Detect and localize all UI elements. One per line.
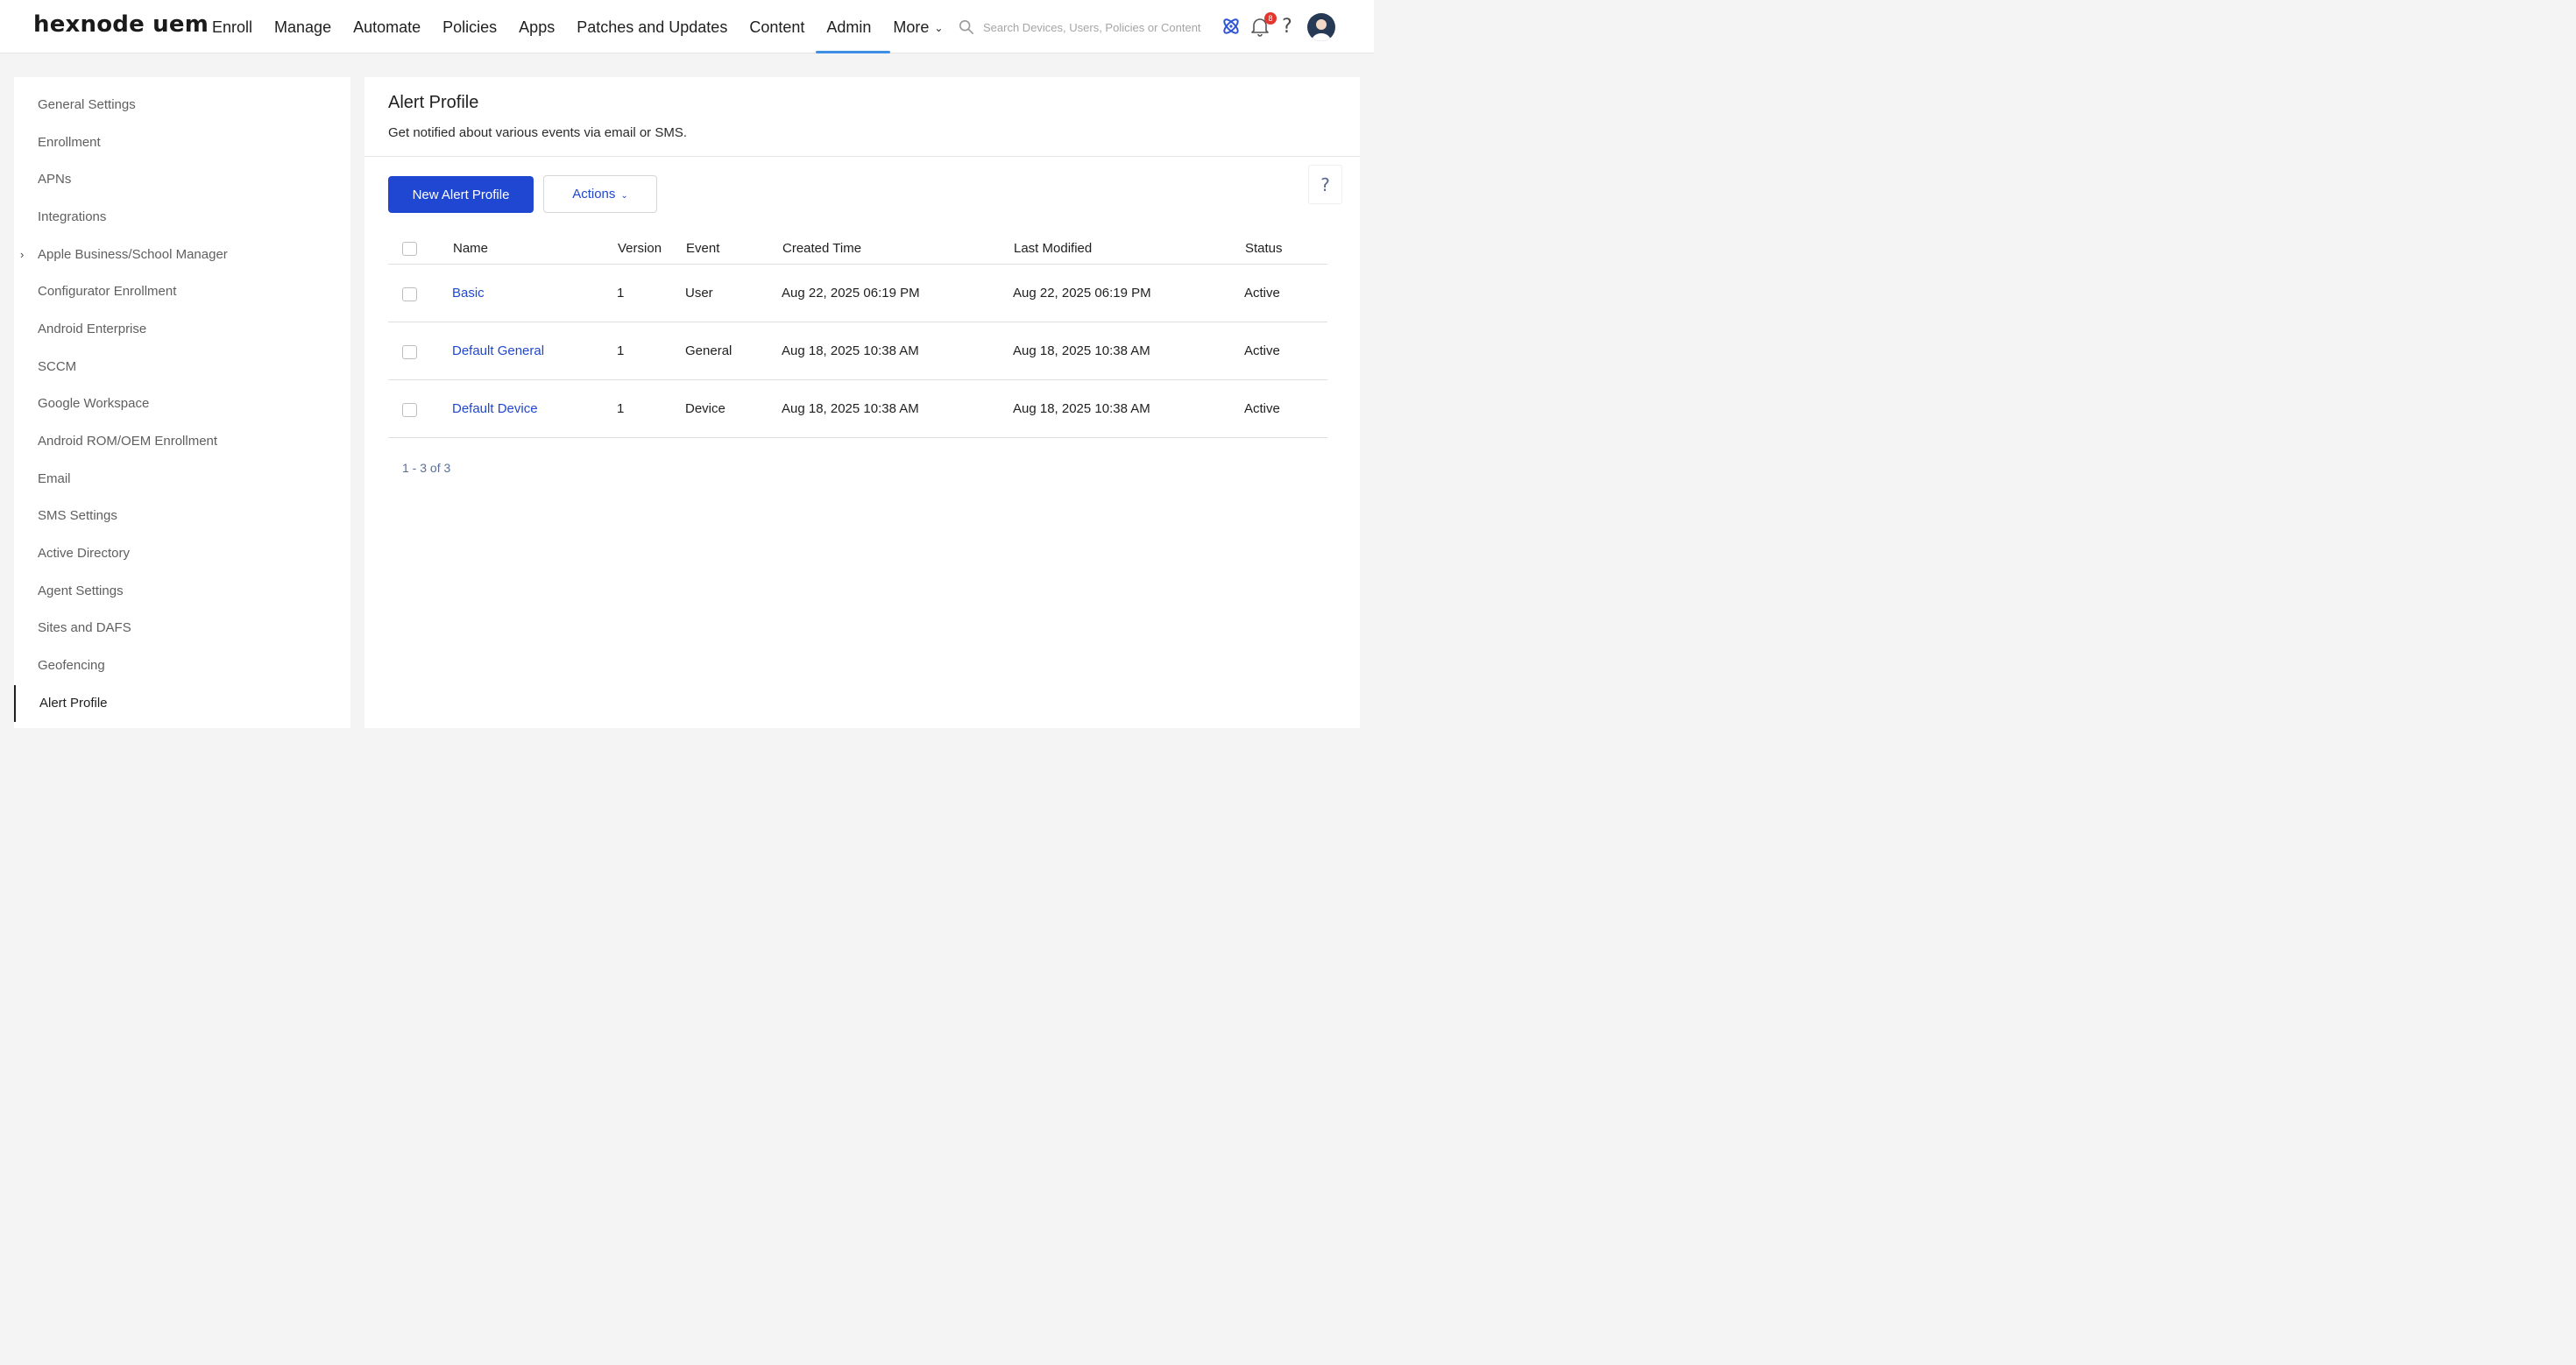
notifications-button[interactable]: 8 xyxy=(1249,12,1277,39)
profile-name-link[interactable]: Default General xyxy=(452,343,544,358)
event-cell: User xyxy=(685,286,713,301)
status-cell: Active xyxy=(1244,286,1280,301)
table-row: Basic 1 User Aug 22, 2025 06:19 PM Aug 2… xyxy=(388,265,1327,322)
nav-enroll[interactable]: Enroll xyxy=(212,0,252,53)
version-cell: 1 xyxy=(617,343,625,358)
status-cell: Active xyxy=(1244,343,1280,358)
nav-automate[interactable]: Automate xyxy=(353,0,421,53)
nav-manage[interactable]: Manage xyxy=(274,0,331,53)
sidebar-item-integrations[interactable]: Integrations xyxy=(14,199,350,236)
sidebar-item-email[interactable]: Email xyxy=(14,461,350,498)
sidebar-item-android-rom-oem-enrollment[interactable]: Android ROM/OEM Enrollment xyxy=(14,423,350,460)
page-title: Alert Profile xyxy=(388,93,479,112)
nav-policies[interactable]: Policies xyxy=(442,0,497,53)
row-checkbox[interactable] xyxy=(402,403,417,417)
pagination-summary: 1 - 3 of 3 xyxy=(402,461,451,475)
top-bar: hexnode uem Enroll Manage Automate Polic… xyxy=(0,0,1374,53)
new-alert-profile-button[interactable]: New Alert Profile xyxy=(388,176,534,213)
header-divider xyxy=(364,156,1360,157)
column-header-name[interactable]: Name xyxy=(453,241,488,256)
sidebar-item-sccm[interactable]: SCCM xyxy=(14,349,350,385)
last-modified-cell: Aug 18, 2025 10:38 AM xyxy=(1013,401,1150,416)
table-header: Name Version Event Created Time Last Mod… xyxy=(388,232,1327,265)
column-header-version[interactable]: Version xyxy=(618,241,662,256)
sidebar-item-general-settings[interactable]: General Settings xyxy=(14,87,350,124)
event-cell: Device xyxy=(685,401,725,416)
search-icon xyxy=(959,19,974,35)
status-cell: Active xyxy=(1244,401,1280,416)
profile-name-link[interactable]: Basic xyxy=(452,286,485,301)
hexnode-logo[interactable]: hexnode uem xyxy=(33,11,209,38)
main-panel: Alert Profile Get notified about various… xyxy=(364,77,1360,728)
sidebar-item-geofencing[interactable]: Geofencing xyxy=(14,647,350,684)
global-search xyxy=(959,16,1204,39)
sidebar-item-apple-business-school-manager[interactable]: › Apple Business/School Manager xyxy=(14,237,350,273)
admin-sidebar: General Settings Enrollment APNs Integra… xyxy=(14,77,350,728)
help-button[interactable]: ? xyxy=(1308,165,1342,204)
column-header-event[interactable]: Event xyxy=(686,241,719,256)
nav-more[interactable]: More ⌄ xyxy=(893,0,943,53)
created-time-cell: Aug 22, 2025 06:19 PM xyxy=(782,286,920,301)
sidebar-item-active-directory[interactable]: Active Directory xyxy=(14,535,350,572)
version-cell: 1 xyxy=(617,286,625,301)
notification-count-badge: 8 xyxy=(1264,12,1277,25)
page-subtitle: Get notified about various events via em… xyxy=(388,125,688,140)
profile-name-link[interactable]: Default Device xyxy=(452,401,538,416)
row-checkbox[interactable] xyxy=(402,287,417,301)
column-header-status[interactable]: Status xyxy=(1245,241,1283,256)
event-cell: General xyxy=(685,343,732,358)
column-header-last-modified[interactable]: Last Modified xyxy=(1014,241,1092,256)
table-row: Default General 1 General Aug 18, 2025 1… xyxy=(388,322,1327,380)
created-time-cell: Aug 18, 2025 10:38 AM xyxy=(782,343,919,358)
column-header-created-time[interactable]: Created Time xyxy=(782,241,861,256)
nav-more-label: More xyxy=(893,18,930,36)
sidebar-item-sites-and-dafs[interactable]: Sites and DAFS xyxy=(14,610,350,647)
last-modified-cell: Aug 18, 2025 10:38 AM xyxy=(1013,343,1150,358)
sidebar-item-alert-profile[interactable]: Alert Profile xyxy=(14,685,350,722)
sidebar-item-google-workspace[interactable]: Google Workspace xyxy=(14,385,350,422)
sidebar-item-sms-settings[interactable]: SMS Settings xyxy=(14,498,350,534)
nav-patches-and-updates[interactable]: Patches and Updates xyxy=(577,0,727,53)
sidebar-item-configurator-enrollment[interactable]: Configurator Enrollment xyxy=(14,273,350,310)
help-icon[interactable]: ? xyxy=(1276,14,1299,39)
select-all-checkbox[interactable] xyxy=(402,242,417,256)
main-nav: Enroll Manage Automate Policies Apps Pat… xyxy=(212,0,965,53)
integrations-icon[interactable] xyxy=(1220,14,1242,39)
chevron-down-icon: ⌄ xyxy=(934,22,944,35)
sidebar-item-enrollment[interactable]: Enrollment xyxy=(14,124,350,161)
sidebar-item-android-enterprise[interactable]: Android Enterprise xyxy=(14,311,350,348)
chevron-right-icon[interactable]: › xyxy=(20,237,24,273)
nav-admin[interactable]: Admin xyxy=(816,0,891,53)
nav-content[interactable]: Content xyxy=(749,0,804,53)
avatar[interactable] xyxy=(1307,13,1335,41)
version-cell: 1 xyxy=(617,401,625,416)
sidebar-item-apns[interactable]: APNs xyxy=(14,161,350,198)
sidebar-item-agent-settings[interactable]: Agent Settings xyxy=(14,573,350,610)
chevron-down-icon: ⌄ xyxy=(620,191,628,201)
actions-dropdown-button[interactable]: Actions ⌄ xyxy=(543,175,657,213)
table-row: Default Device 1 Device Aug 18, 2025 10:… xyxy=(388,380,1327,438)
actions-label: Actions xyxy=(572,187,616,202)
alert-profile-table: Name Version Event Created Time Last Mod… xyxy=(388,232,1327,438)
created-time-cell: Aug 18, 2025 10:38 AM xyxy=(782,401,919,416)
sidebar-item-label: Apple Business/School Manager xyxy=(38,247,228,262)
nav-apps[interactable]: Apps xyxy=(519,0,555,53)
last-modified-cell: Aug 22, 2025 06:19 PM xyxy=(1013,286,1151,301)
row-checkbox[interactable] xyxy=(402,345,417,359)
search-input[interactable] xyxy=(983,20,1202,34)
